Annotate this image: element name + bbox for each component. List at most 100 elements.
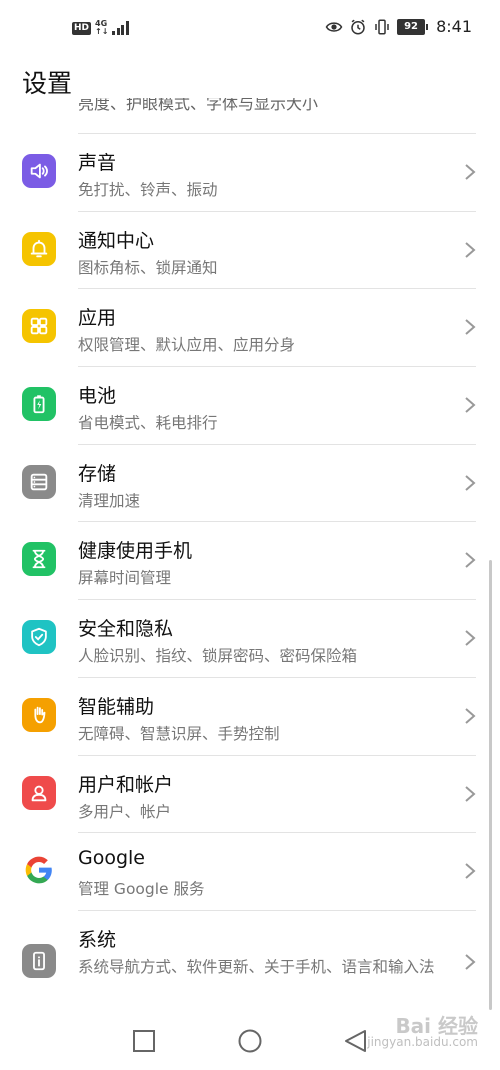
settings-item-title: Google [78, 847, 146, 870]
clipped-row-subtitle: 亮度、护眼模式、字体与显示大小 [78, 98, 319, 113]
apps-icon-tile [22, 309, 56, 344]
settings-item-sound[interactable]: 声音 免打扰、铃声、振动 [0, 133, 500, 211]
row-divider [78, 133, 476, 134]
google-icon-tile [22, 853, 56, 888]
settings-item-title: 应用 [78, 307, 117, 330]
hourglass-icon [32, 550, 46, 569]
settings-item-title: 通知中心 [78, 229, 155, 252]
settings-list: 声音 免打扰、铃声、振动 通知中心 图标角标、锁屏通知 应用 权限管理、默认应用… [0, 133, 500, 1010]
settings-item-title: 声音 [78, 152, 117, 174]
notifications-icon-tile [22, 231, 56, 266]
hand-icon [34, 706, 46, 724]
row-divider [78, 754, 476, 756]
row-divider [78, 366, 476, 368]
hd-badge: HD [72, 21, 92, 35]
system-icon-tile [22, 943, 56, 978]
back-button[interactable] [343, 1028, 369, 1054]
chevron-right-icon [465, 241, 476, 258]
chevron-right-icon [465, 954, 476, 970]
settings-item-storage[interactable]: 存储 清理加速 [0, 443, 500, 522]
row-divider [78, 288, 476, 290]
apps-grid-icon [30, 318, 48, 335]
chevron-right-icon [465, 319, 476, 336]
row-divider [78, 443, 476, 445]
home-button[interactable] [237, 1028, 263, 1054]
speaker-icon [30, 163, 48, 179]
watermark: Bai 经验 jingyan.baidu.com [367, 1014, 478, 1050]
settings-item-subtitle: 权限管理、默认应用、应用分身 [78, 336, 296, 355]
chevron-right-icon [465, 164, 476, 180]
row-divider [78, 521, 476, 523]
settings-item-subtitle: 系统导航方式、软件更新、关于手机、语言和输入法 [78, 957, 435, 976]
settings-item-subtitle: 无障碍、智慧识屏、手势控制 [78, 724, 280, 743]
battery-icon [33, 395, 45, 414]
google-icon [25, 856, 52, 884]
settings-item-system[interactable]: 系统 系统导航方式、软件更新、关于手机、语言和输入法 [0, 909, 500, 1010]
scrollbar[interactable] [489, 560, 492, 1010]
storage-icon-tile [22, 464, 56, 499]
settings-item-apps[interactable]: 应用 权限管理、默认应用、应用分身 [0, 288, 500, 366]
battery-indicator: 92 [397, 18, 429, 35]
settings-item-subtitle: 管理 Google 服务 [78, 880, 205, 899]
settings-item-subtitle: 省电模式、耗电排行 [78, 414, 218, 433]
phone-info-icon [33, 951, 45, 971]
watermark-url: jingyan.baidu.com [367, 1035, 478, 1049]
row-divider [78, 599, 476, 601]
watermark-brand: Bai 经验 [395, 1014, 478, 1038]
settings-item-subtitle: 清理加速 [78, 491, 141, 510]
chevron-right-icon [465, 552, 476, 569]
chevron-right-icon [465, 474, 476, 491]
settings-item-title: 智能辅助 [78, 695, 155, 718]
shield-icon [31, 627, 47, 647]
users-icon-tile [22, 775, 56, 810]
settings-item-title: 用户和帐户 [78, 773, 174, 796]
security-icon-tile [22, 620, 56, 655]
chevron-right-icon [465, 863, 476, 879]
chevron-right-icon [465, 708, 476, 724]
battery-icon-tile [22, 387, 56, 422]
page-title: 设置 [22, 69, 73, 98]
settings-item-notifications[interactable]: 通知中心 图标角标、锁屏通知 [0, 210, 500, 289]
bell-icon [30, 239, 48, 257]
settings-item-subtitle: 免打扰、铃声、振动 [78, 181, 218, 199]
chevron-right-icon [465, 630, 476, 646]
row-divider [78, 909, 476, 911]
storage-icon [30, 473, 48, 490]
settings-item-battery[interactable]: 电池 省电模式、耗电排行 [0, 366, 500, 444]
status-right: 92 8:41 [325, 17, 472, 36]
clipped-display-row[interactable]: 亮度、护眼模式、字体与显示大小 [78, 98, 478, 118]
settings-item-google[interactable]: Google 管理 Google 服务 [0, 832, 500, 910]
row-divider [78, 210, 476, 212]
vibrate-icon [375, 19, 389, 34]
recent-apps-button[interactable] [131, 1028, 157, 1054]
settings-item-title: 存储 [78, 462, 117, 485]
settings-item-subtitle: 屏幕时间管理 [78, 569, 172, 588]
settings-item-title: 健康使用手机 [78, 540, 193, 563]
user-icon [31, 785, 47, 801]
sound-icon-tile [22, 154, 56, 188]
settings-item-users-accounts[interactable]: 用户和帐户 多用户、帐户 [0, 754, 500, 833]
settings-item-title: 系统 [78, 928, 117, 951]
digital-balance-icon-tile [22, 542, 56, 577]
settings-item-subtitle: 人脸识别、指纹、锁屏密码、密码保险箱 [78, 647, 358, 666]
chevron-right-icon [465, 785, 476, 802]
clock-time: 8:41 [436, 17, 472, 36]
network-type: 4G ↑↓ [95, 19, 109, 36]
settings-item-security-privacy[interactable]: 安全和隐私 人脸识别、指纹、锁屏密码、密码保险箱 [0, 599, 500, 677]
alarm-icon [351, 19, 365, 34]
settings-item-subtitle: 图标角标、锁屏通知 [78, 258, 218, 277]
settings-item-title: 安全和隐私 [78, 618, 174, 641]
chevron-right-icon [465, 397, 476, 413]
eye-icon [325, 21, 343, 32]
settings-item-digital-balance[interactable]: 健康使用手机 屏幕时间管理 [0, 521, 500, 599]
settings-item-subtitle: 多用户、帐户 [78, 802, 172, 821]
status-bar: HD 4G ↑↓ 92 8:41 [0, 0, 500, 56]
smart-assistance-icon-tile [22, 697, 56, 732]
settings-item-title: 电池 [78, 385, 117, 408]
signal-icon [112, 21, 129, 35]
status-left: HD 4G ↑↓ [72, 20, 129, 36]
row-divider [78, 832, 476, 834]
battery-level: 92 [397, 18, 426, 35]
settings-item-smart-assistance[interactable]: 智能辅助 无障碍、智慧识屏、手势控制 [0, 676, 500, 755]
row-divider [78, 676, 476, 678]
